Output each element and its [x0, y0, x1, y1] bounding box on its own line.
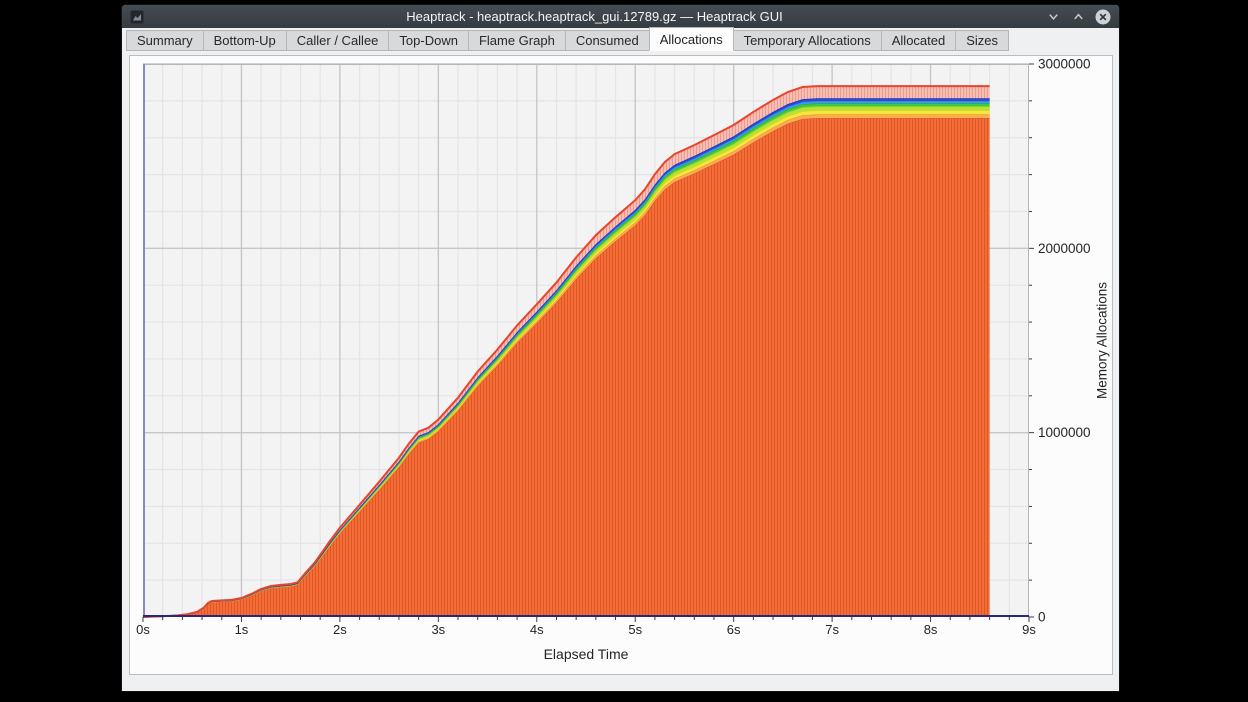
y-axis-title: Memory Allocations [1092, 64, 1112, 617]
tab-temporary-allocations[interactable]: Temporary Allocations [733, 30, 882, 51]
minimize-button[interactable] [1045, 9, 1061, 25]
x-axis-title: Elapsed Time [143, 646, 1029, 662]
desktop-background: Heaptrack - heaptrack.heaptrack_gui.1278… [0, 0, 1248, 702]
allocations-chart[interactable]: 0s1s2s3s4s5s6s7s8s9s01000000200000030000… [143, 64, 1108, 644]
tab-sizes[interactable]: Sizes [955, 30, 1009, 51]
x-tick-label: 5s [628, 622, 642, 637]
tab-allocations[interactable]: Allocations [649, 27, 734, 51]
window-controls [1045, 9, 1111, 25]
tab-top-down[interactable]: Top-Down [388, 30, 469, 51]
tab-summary[interactable]: Summary [126, 30, 204, 51]
x-tick-label: 4s [530, 622, 544, 637]
chevron-down-icon [1047, 10, 1060, 23]
x-tick-label: 6s [727, 622, 741, 637]
y-tick-label: 2000000 [1038, 241, 1091, 256]
titlebar[interactable]: Heaptrack - heaptrack.heaptrack_gui.1278… [122, 5, 1119, 28]
tab-allocated[interactable]: Allocated [881, 30, 956, 51]
y-tick-label: 0 [1038, 610, 1046, 625]
x-tick-label: 7s [825, 622, 839, 637]
x-tick-label: 8s [924, 622, 938, 637]
window-title: Heaptrack - heaptrack.heaptrack_gui.1278… [150, 9, 1039, 24]
chevron-up-icon [1072, 10, 1085, 23]
y-tick-label: 1000000 [1038, 425, 1091, 440]
x-tick-label: 0s [136, 622, 150, 637]
x-tick-label: 9s [1022, 622, 1036, 637]
maximize-button[interactable] [1070, 9, 1086, 25]
tab-bar: SummaryBottom-UpCaller / CalleeTop-DownF… [122, 28, 1119, 51]
x-tick-label: 3s [431, 622, 445, 637]
app-icon [130, 10, 144, 24]
close-circle-icon [1095, 9, 1111, 25]
tab-flame-graph[interactable]: Flame Graph [468, 30, 566, 51]
heaptrack-window: Heaptrack - heaptrack.heaptrack_gui.1278… [122, 5, 1119, 691]
x-tick-label: 2s [333, 622, 347, 637]
allocations-chart-frame: 0s 1s 2s 3s 4s 5s 6s 7s 8s 9s0 1000000 2000000 30000… [129, 55, 1113, 675]
close-button[interactable] [1095, 9, 1111, 25]
content-area: 0s 1s 2s 3s 4s 5s 6s 7s 8s 9s0 1000000 2000000 30000… [122, 51, 1119, 691]
y-tick-label: 3000000 [1038, 57, 1091, 72]
tab-caller-callee[interactable]: Caller / Callee [286, 30, 390, 51]
tab-bottom-up[interactable]: Bottom-Up [203, 30, 287, 51]
x-tick-label: 1s [235, 622, 249, 637]
tab-consumed[interactable]: Consumed [565, 30, 650, 51]
